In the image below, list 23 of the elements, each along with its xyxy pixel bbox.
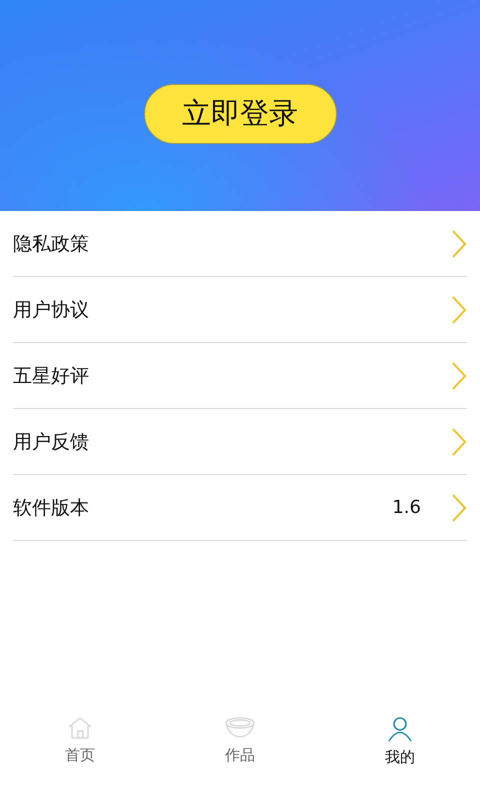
menu-row[interactable]: 隐私政策 [13,211,467,277]
nav-tab[interactable]: 首页 [0,716,160,776]
version-value: 1.6 [392,497,421,518]
menu-label: 五星好评 [13,364,90,388]
menu-row[interactable]: 软件版本 1.6 [13,475,467,541]
menu-row[interactable]: 五星好评 [13,343,467,409]
bowl-icon [224,716,256,740]
login-button[interactable]: 立即登录 [144,84,336,144]
home-icon [67,716,93,740]
chevron-right-icon [451,360,467,390]
menu-label: 软件版本 [13,496,90,520]
chevron-right-icon [451,228,467,258]
nav-tab[interactable]: 作品 [160,716,320,776]
menu-label: 用户协议 [13,298,90,322]
menu-label: 用户反馈 [13,430,90,454]
chevron-right-icon [451,426,467,456]
menu-label: 隐私政策 [13,232,90,256]
user-icon [387,716,413,742]
chevron-right-icon [451,294,467,324]
chevron-right-icon [451,492,467,522]
menu-row[interactable]: 用户反馈 [13,409,467,475]
menu-row[interactable]: 用户协议 [13,277,467,343]
nav-tab[interactable]: 我的 [320,716,480,776]
